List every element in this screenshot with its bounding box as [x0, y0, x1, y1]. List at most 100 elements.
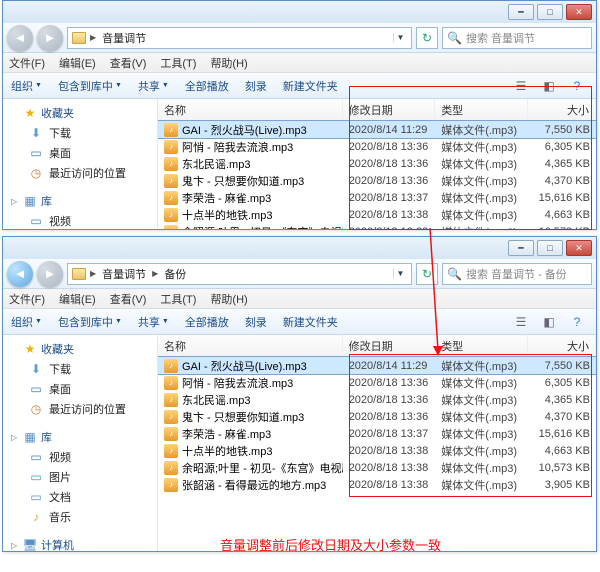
tb-burn[interactable]: 刻录: [245, 78, 267, 94]
mp3-icon: ♪: [164, 123, 178, 137]
sidebar-downloads[interactable]: ⬇下载: [3, 359, 157, 379]
col-name[interactable]: 名称: [158, 99, 343, 120]
tb-include[interactable]: 包含到库中▼: [58, 78, 122, 94]
search-input[interactable]: 🔍 搜索 音量调节 - 备份: [442, 263, 592, 285]
tb-organize[interactable]: 组织▼: [11, 314, 42, 330]
addressbar[interactable]: ▶ 音量调节 ▼: [67, 27, 412, 49]
minimize-button[interactable]: ━: [508, 4, 534, 20]
mp3-icon: ♪: [164, 376, 178, 390]
close-button[interactable]: ✕: [566, 4, 592, 20]
sidebar-recent[interactable]: ◷最近访问的位置: [3, 399, 157, 419]
mp3-icon: ♪: [164, 140, 178, 154]
file-name: ♪十点半的地铁.mp3: [158, 443, 343, 459]
sidebar-desktop[interactable]: ▭桌面: [3, 379, 157, 399]
music-icon: ♪: [29, 510, 43, 524]
sidebar: ★收藏夹 ⬇下载 ▭桌面 ◷最近访问的位置 ▷▦库 ▭视频 ▭图片: [3, 99, 158, 229]
maximize-button[interactable]: □: [537, 240, 563, 256]
sidebar-music[interactable]: ♪音乐: [3, 507, 157, 527]
address-dropdown[interactable]: ▼: [393, 269, 407, 278]
recent-icon: ◷: [29, 402, 43, 416]
forward-button[interactable]: ►: [37, 261, 63, 287]
mp3-icon: ♪: [164, 461, 178, 475]
mp3-icon: ♪: [164, 225, 178, 230]
menu-edit[interactable]: 编辑(E): [59, 55, 96, 71]
sidebar-favorites[interactable]: ★收藏夹: [3, 339, 157, 359]
annotation-box-bottom: [349, 354, 592, 497]
mp3-icon: ♪: [164, 191, 178, 205]
file-name: ♪鬼卞 - 只想要你知道.mp3: [158, 409, 343, 425]
sidebar-desktop[interactable]: ▭桌面: [3, 143, 157, 163]
sidebar-docs[interactable]: ▭文档: [3, 487, 157, 507]
mp3-icon: ♪: [164, 359, 178, 373]
sidebar-favorites[interactable]: ★收藏夹: [3, 103, 157, 123]
picture-icon: ▭: [29, 470, 43, 484]
tb-burn[interactable]: 刻录: [245, 314, 267, 330]
menu-tools[interactable]: 工具(T): [160, 291, 196, 307]
titlebar[interactable]: ━ □ ✕: [3, 237, 596, 259]
tb-newfolder[interactable]: 新建文件夹: [283, 78, 338, 94]
back-button[interactable]: ◄: [7, 25, 33, 51]
menu-file[interactable]: 文件(F): [9, 55, 45, 71]
view-icon[interactable]: ☰: [510, 313, 532, 331]
refresh-button[interactable]: ↻: [416, 263, 438, 285]
file-name: ♪GAI - 烈火战马(Live).mp3: [158, 122, 343, 138]
sidebar-pictures[interactable]: ▭图片: [3, 467, 157, 487]
sidebar-videos[interactable]: ▭视频: [3, 447, 157, 467]
annotation-caption: 音量调整前后修改日期及大小参数一致: [220, 535, 441, 554]
file-name: ♪李荣浩 - 麻雀.mp3: [158, 190, 343, 206]
col-size[interactable]: 大小: [528, 335, 596, 356]
tb-include[interactable]: 包含到库中▼: [58, 314, 122, 330]
mp3-icon: ♪: [164, 174, 178, 188]
maximize-button[interactable]: □: [537, 4, 563, 20]
star-icon: ★: [23, 106, 37, 120]
search-icon: 🔍: [447, 31, 462, 45]
chevron-right-icon[interactable]: ▶: [90, 33, 96, 42]
tb-newfolder[interactable]: 新建文件夹: [283, 314, 338, 330]
mp3-icon: ♪: [164, 208, 178, 222]
close-button[interactable]: ✕: [566, 240, 592, 256]
addressbar[interactable]: ▶ 音量调节▶备份 ▼: [67, 263, 412, 285]
sidebar-libraries[interactable]: ▷▦库: [3, 427, 157, 447]
tb-share[interactable]: 共享▼: [138, 78, 169, 94]
back-button[interactable]: ◄: [7, 261, 33, 287]
refresh-button[interactable]: ↻: [416, 27, 438, 49]
minimize-button[interactable]: ━: [508, 240, 534, 256]
folder-icon: [72, 268, 86, 280]
mp3-icon: ♪: [164, 478, 178, 492]
preview-icon[interactable]: ◧: [538, 313, 560, 331]
menu-help[interactable]: 帮助(H): [210, 55, 247, 71]
sidebar-recent[interactable]: ◷最近访问的位置: [3, 163, 157, 183]
menu-view[interactable]: 查看(V): [110, 291, 147, 307]
sidebar-libraries[interactable]: ▷▦库: [3, 191, 157, 211]
menu-edit[interactable]: 编辑(E): [59, 291, 96, 307]
sidebar-videos[interactable]: ▭视频: [3, 211, 157, 229]
address-dropdown[interactable]: ▼: [393, 33, 407, 42]
chevron-right-icon[interactable]: ▶: [90, 269, 96, 278]
breadcrumb[interactable]: 音量调节: [100, 30, 148, 46]
folder-icon: [72, 32, 86, 44]
forward-button[interactable]: ►: [37, 25, 63, 51]
col-type[interactable]: 类型: [435, 335, 528, 356]
tb-playall[interactable]: 全部播放: [185, 78, 229, 94]
sidebar-downloads[interactable]: ⬇下载: [3, 123, 157, 143]
tb-playall[interactable]: 全部播放: [185, 314, 229, 330]
window-controls: ━ □ ✕: [508, 4, 592, 20]
menu-tools[interactable]: 工具(T): [160, 55, 196, 71]
download-icon: ⬇: [29, 362, 43, 376]
sidebar-computer[interactable]: ▷🖥计算机: [3, 535, 157, 551]
menu-view[interactable]: 查看(V): [110, 55, 147, 71]
sidebar: ★收藏夹 ⬇下载 ▭桌面 ◷最近访问的位置 ▷▦库 ▭视频 ▭图片 ▭文档 ♪音…: [3, 335, 158, 551]
titlebar[interactable]: ━ □ ✕: [3, 1, 596, 23]
mp3-icon: ♪: [164, 444, 178, 458]
search-input[interactable]: 🔍 搜索 音量调节: [442, 27, 592, 49]
tb-organize[interactable]: 组织▼: [11, 78, 42, 94]
breadcrumb[interactable]: 音量调节▶备份: [100, 266, 188, 282]
file-name: ♪阿悄 - 陪我去流浪.mp3: [158, 139, 343, 155]
help-icon[interactable]: ?: [566, 313, 588, 331]
tb-share[interactable]: 共享▼: [138, 314, 169, 330]
menu-file[interactable]: 文件(F): [9, 291, 45, 307]
menu-help[interactable]: 帮助(H): [210, 291, 247, 307]
col-date[interactable]: 修改日期: [343, 335, 436, 356]
col-name[interactable]: 名称: [158, 335, 343, 356]
file-name: ♪东北民谣.mp3: [158, 156, 343, 172]
